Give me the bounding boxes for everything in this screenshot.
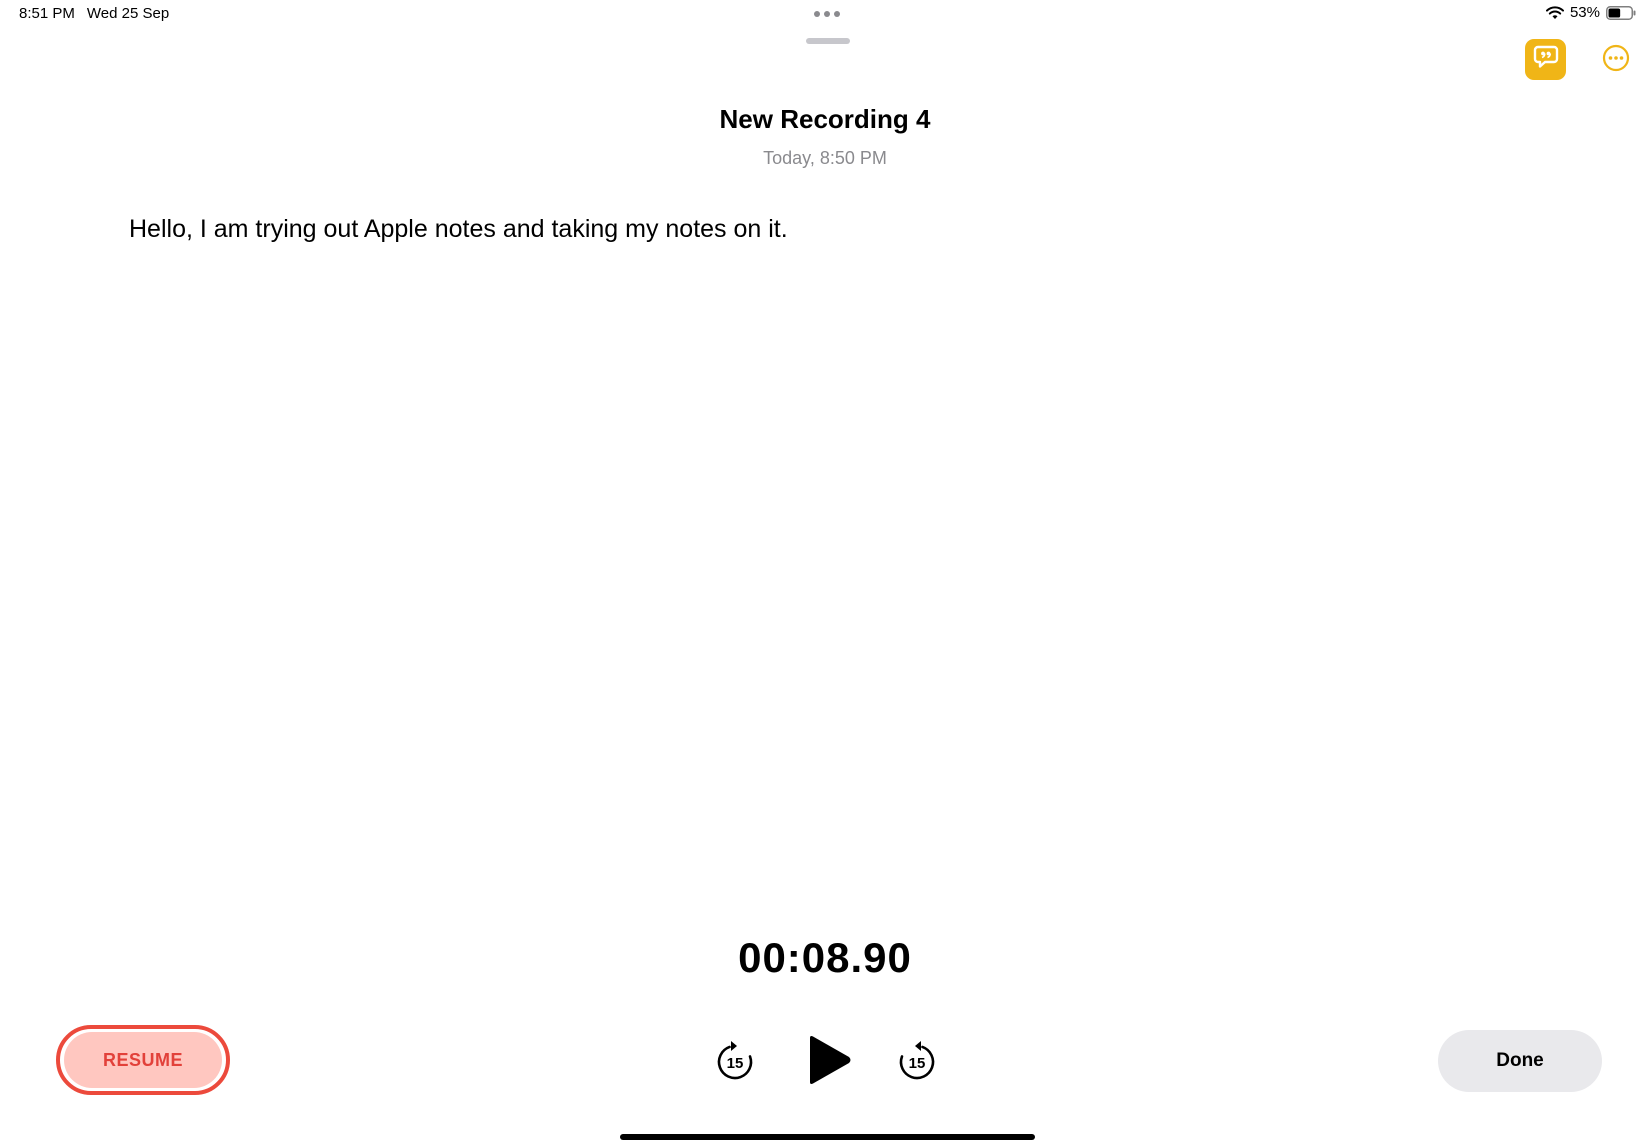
- status-bar-right: 53%: [1545, 4, 1636, 21]
- skip-back-icon: 15: [717, 1041, 753, 1080]
- skip-forward-label: 15: [909, 1055, 926, 1072]
- transcript-text: Hello, I am trying out Apple notes and t…: [129, 215, 788, 243]
- wifi-icon: [1545, 5, 1564, 20]
- done-button[interactable]: Done: [1438, 1030, 1602, 1092]
- skip-back-label: 15: [727, 1055, 744, 1072]
- status-date: Wed 25 Sep: [86, 5, 170, 22]
- ellipsis-circle-icon: [1602, 44, 1630, 77]
- battery-percent: 53%: [1569, 4, 1600, 21]
- resume-button[interactable]: RESUME: [56, 1025, 230, 1095]
- elapsed-time: 00:08.90: [738, 934, 912, 981]
- status-bar-left: 8:51 PM Wed 25 Sep: [19, 5, 169, 22]
- skip-back-15-button[interactable]: 15: [715, 1040, 755, 1082]
- recording-date: Today, 8:50 PM: [763, 148, 887, 168]
- skip-forward-15-button[interactable]: 15: [897, 1040, 937, 1082]
- play-icon: [810, 1036, 851, 1084]
- battery-icon: [1606, 5, 1636, 20]
- speech-bubble-quote-icon: [1533, 45, 1559, 74]
- resume-button-label: RESUME: [64, 1032, 222, 1088]
- transcript-button[interactable]: [1525, 39, 1566, 80]
- skip-forward-icon: 15: [899, 1041, 935, 1080]
- home-indicator[interactable]: [620, 1134, 1035, 1140]
- multitasking-menu-icon[interactable]: [814, 11, 840, 17]
- status-time: 8:51 PM: [19, 5, 75, 22]
- sheet-grabber[interactable]: [806, 38, 850, 44]
- play-button[interactable]: [806, 1034, 852, 1086]
- more-options-button[interactable]: [1602, 44, 1630, 77]
- recording-title[interactable]: New Recording 4: [0, 104, 1650, 135]
